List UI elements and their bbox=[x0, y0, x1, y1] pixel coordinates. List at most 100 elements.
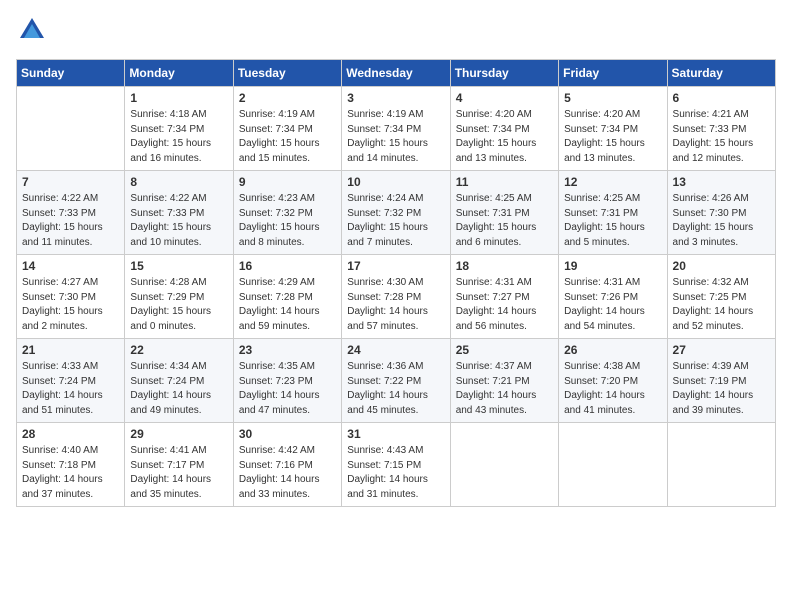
weekday-header-friday: Friday bbox=[559, 60, 667, 87]
calendar-cell: 19Sunrise: 4:31 AM Sunset: 7:26 PM Dayli… bbox=[559, 255, 667, 339]
day-number: 17 bbox=[347, 259, 444, 273]
week-row-5: 28 Sunrise: 4:40 AM Sunset: 7:18 PM Dayli… bbox=[17, 423, 776, 507]
calendar-cell: 8 Sunrise: 4:22 AM Sunset: 7:33 PM Daylig… bbox=[125, 171, 233, 255]
calendar-cell: 14 Sunrise: 4:27 AM Sunset: 7:30 PM Dayli… bbox=[17, 255, 125, 339]
day-info: Sunrise: 4:19 AM Sunset: 7:34 PM Dayligh… bbox=[239, 108, 336, 166]
day-info: Sunrise: 4:30 AM Sunset: 7:28 PM Dayligh… bbox=[347, 276, 444, 334]
logo-text bbox=[16, 16, 46, 49]
calendar-cell: 18 Sunrise: 4:31 AM Sunset: 7:27 PM Dayli… bbox=[450, 255, 558, 339]
day-number: 4 bbox=[456, 91, 553, 105]
week-row-3: 14 Sunrise: 4:27 AM Sunset: 7:30 PM Dayli… bbox=[17, 255, 776, 339]
calendar-cell: 16 Sunrise: 4:29 AM Sunset: 7:28 PM Dayli… bbox=[233, 255, 341, 339]
day-number: 13 bbox=[673, 175, 770, 189]
day-info: Sunrise: 4:22 AM Sunset: 7:33 PM Dayligh… bbox=[130, 192, 227, 250]
calendar-cell: 27 Sunrise: 4:39 AM Sunset: 7:19 PM Dayli… bbox=[667, 339, 775, 423]
day-info: Sunrise: 4:42 AM Sunset: 7:16 PM Dayligh… bbox=[239, 444, 336, 502]
calendar-cell: 23 Sunrise: 4:35 AM Sunset: 7:23 PM Dayli… bbox=[233, 339, 341, 423]
day-info: Sunrise: 4:37 AM Sunset: 7:21 PM Dayligh… bbox=[456, 360, 553, 418]
calendar-cell bbox=[450, 423, 558, 507]
calendar-table: SundayMondayTuesdayWednesdayThursdayFrid… bbox=[16, 59, 776, 507]
day-info: Sunrise: 4:22 AM Sunset: 7:33 PM Dayligh… bbox=[22, 192, 119, 250]
calendar-cell bbox=[667, 423, 775, 507]
day-number: 8 bbox=[130, 175, 227, 189]
logo bbox=[16, 16, 46, 49]
day-number: 10 bbox=[347, 175, 444, 189]
day-number: 3 bbox=[347, 91, 444, 105]
day-info: Sunrise: 4:27 AM Sunset: 7:30 PM Dayligh… bbox=[22, 276, 119, 334]
day-info: Sunrise: 4:23 AM Sunset: 7:32 PM Dayligh… bbox=[239, 192, 336, 250]
calendar-cell: 9 Sunrise: 4:23 AM Sunset: 7:32 PM Daylig… bbox=[233, 171, 341, 255]
day-number: 6 bbox=[673, 91, 770, 105]
day-number: 7 bbox=[22, 175, 119, 189]
day-number: 18 bbox=[456, 259, 553, 273]
day-info: Sunrise: 4:19 AM Sunset: 7:34 PM Dayligh… bbox=[347, 108, 444, 166]
day-info: Sunrise: 4:33 AM Sunset: 7:24 PM Dayligh… bbox=[22, 360, 119, 418]
calendar-cell bbox=[559, 423, 667, 507]
day-info: Sunrise: 4:38 AM Sunset: 7:20 PM Dayligh… bbox=[564, 360, 661, 418]
weekday-header-row: SundayMondayTuesdayWednesdayThursdayFrid… bbox=[17, 60, 776, 87]
weekday-header-monday: Monday bbox=[125, 60, 233, 87]
calendar-cell: 22 Sunrise: 4:34 AM Sunset: 7:24 PM Dayli… bbox=[125, 339, 233, 423]
weekday-header-thursday: Thursday bbox=[450, 60, 558, 87]
day-number: 9 bbox=[239, 175, 336, 189]
day-info: Sunrise: 4:29 AM Sunset: 7:28 PM Dayligh… bbox=[239, 276, 336, 334]
calendar-cell: 17 Sunrise: 4:30 AM Sunset: 7:28 PM Dayli… bbox=[342, 255, 450, 339]
day-info: Sunrise: 4:41 AM Sunset: 7:17 PM Dayligh… bbox=[130, 444, 227, 502]
weekday-header-saturday: Saturday bbox=[667, 60, 775, 87]
calendar-cell: 20Sunrise: 4:32 AM Sunset: 7:25 PM Dayli… bbox=[667, 255, 775, 339]
day-number: 11 bbox=[456, 175, 553, 189]
day-info: Sunrise: 4:43 AM Sunset: 7:15 PM Dayligh… bbox=[347, 444, 444, 502]
day-number: 15 bbox=[130, 259, 227, 273]
calendar-cell: 24Sunrise: 4:36 AM Sunset: 7:22 PM Dayli… bbox=[342, 339, 450, 423]
day-number: 12 bbox=[564, 175, 661, 189]
day-number: 20 bbox=[673, 259, 770, 273]
day-info: Sunrise: 4:35 AM Sunset: 7:23 PM Dayligh… bbox=[239, 360, 336, 418]
day-number: 26 bbox=[564, 343, 661, 357]
calendar-cell: 10 Sunrise: 4:24 AM Sunset: 7:32 PM Dayli… bbox=[342, 171, 450, 255]
calendar-cell: 1 Sunrise: 4:18 AM Sunset: 7:34 PM Daylig… bbox=[125, 87, 233, 171]
calendar-cell: 25 Sunrise: 4:37 AM Sunset: 7:21 PM Dayli… bbox=[450, 339, 558, 423]
day-number: 22 bbox=[130, 343, 227, 357]
day-info: Sunrise: 4:28 AM Sunset: 7:29 PM Dayligh… bbox=[130, 276, 227, 334]
logo-icon bbox=[18, 16, 46, 44]
calendar-cell: 12 Sunrise: 4:25 AM Sunset: 7:31 PM Dayli… bbox=[559, 171, 667, 255]
day-info: Sunrise: 4:18 AM Sunset: 7:34 PM Dayligh… bbox=[130, 108, 227, 166]
calendar-cell: 15 Sunrise: 4:28 AM Sunset: 7:29 PM Dayli… bbox=[125, 255, 233, 339]
calendar-cell: 4 Sunrise: 4:20 AM Sunset: 7:34 PM Daylig… bbox=[450, 87, 558, 171]
day-info: Sunrise: 4:34 AM Sunset: 7:24 PM Dayligh… bbox=[130, 360, 227, 418]
day-info: Sunrise: 4:39 AM Sunset: 7:19 PM Dayligh… bbox=[673, 360, 770, 418]
calendar-cell: 30Sunrise: 4:42 AM Sunset: 7:16 PM Dayli… bbox=[233, 423, 341, 507]
header bbox=[16, 16, 776, 49]
day-number: 28 bbox=[22, 427, 119, 441]
day-info: Sunrise: 4:31 AM Sunset: 7:27 PM Dayligh… bbox=[456, 276, 553, 334]
day-info: Sunrise: 4:21 AM Sunset: 7:33 PM Dayligh… bbox=[673, 108, 770, 166]
day-number: 21 bbox=[22, 343, 119, 357]
calendar-cell: 5Sunrise: 4:20 AM Sunset: 7:34 PM Daylig… bbox=[559, 87, 667, 171]
day-number: 5 bbox=[564, 91, 661, 105]
day-info: Sunrise: 4:40 AM Sunset: 7:18 PM Dayligh… bbox=[22, 444, 119, 502]
day-info: Sunrise: 4:25 AM Sunset: 7:31 PM Dayligh… bbox=[564, 192, 661, 250]
calendar-cell: 31 Sunrise: 4:43 AM Sunset: 7:15 PM Dayli… bbox=[342, 423, 450, 507]
week-row-2: 7 Sunrise: 4:22 AM Sunset: 7:33 PM Daylig… bbox=[17, 171, 776, 255]
calendar-cell: 11 Sunrise: 4:25 AM Sunset: 7:31 PM Dayli… bbox=[450, 171, 558, 255]
weekday-header-sunday: Sunday bbox=[17, 60, 125, 87]
day-info: Sunrise: 4:25 AM Sunset: 7:31 PM Dayligh… bbox=[456, 192, 553, 250]
day-number: 2 bbox=[239, 91, 336, 105]
day-number: 31 bbox=[347, 427, 444, 441]
day-info: Sunrise: 4:24 AM Sunset: 7:32 PM Dayligh… bbox=[347, 192, 444, 250]
day-info: Sunrise: 4:26 AM Sunset: 7:30 PM Dayligh… bbox=[673, 192, 770, 250]
calendar-cell: 3 Sunrise: 4:19 AM Sunset: 7:34 PM Daylig… bbox=[342, 87, 450, 171]
calendar-cell: 13 Sunrise: 4:26 AM Sunset: 7:30 PM Dayli… bbox=[667, 171, 775, 255]
day-number: 1 bbox=[130, 91, 227, 105]
day-number: 25 bbox=[456, 343, 553, 357]
day-number: 14 bbox=[22, 259, 119, 273]
calendar-cell: 21 Sunrise: 4:33 AM Sunset: 7:24 PM Dayli… bbox=[17, 339, 125, 423]
day-info: Sunrise: 4:36 AM Sunset: 7:22 PM Dayligh… bbox=[347, 360, 444, 418]
day-number: 16 bbox=[239, 259, 336, 273]
day-number: 23 bbox=[239, 343, 336, 357]
day-info: Sunrise: 4:20 AM Sunset: 7:34 PM Dayligh… bbox=[456, 108, 553, 166]
calendar-cell bbox=[17, 87, 125, 171]
calendar-cell: 26 Sunrise: 4:38 AM Sunset: 7:20 PM Dayli… bbox=[559, 339, 667, 423]
week-row-4: 21 Sunrise: 4:33 AM Sunset: 7:24 PM Dayli… bbox=[17, 339, 776, 423]
day-number: 27 bbox=[673, 343, 770, 357]
